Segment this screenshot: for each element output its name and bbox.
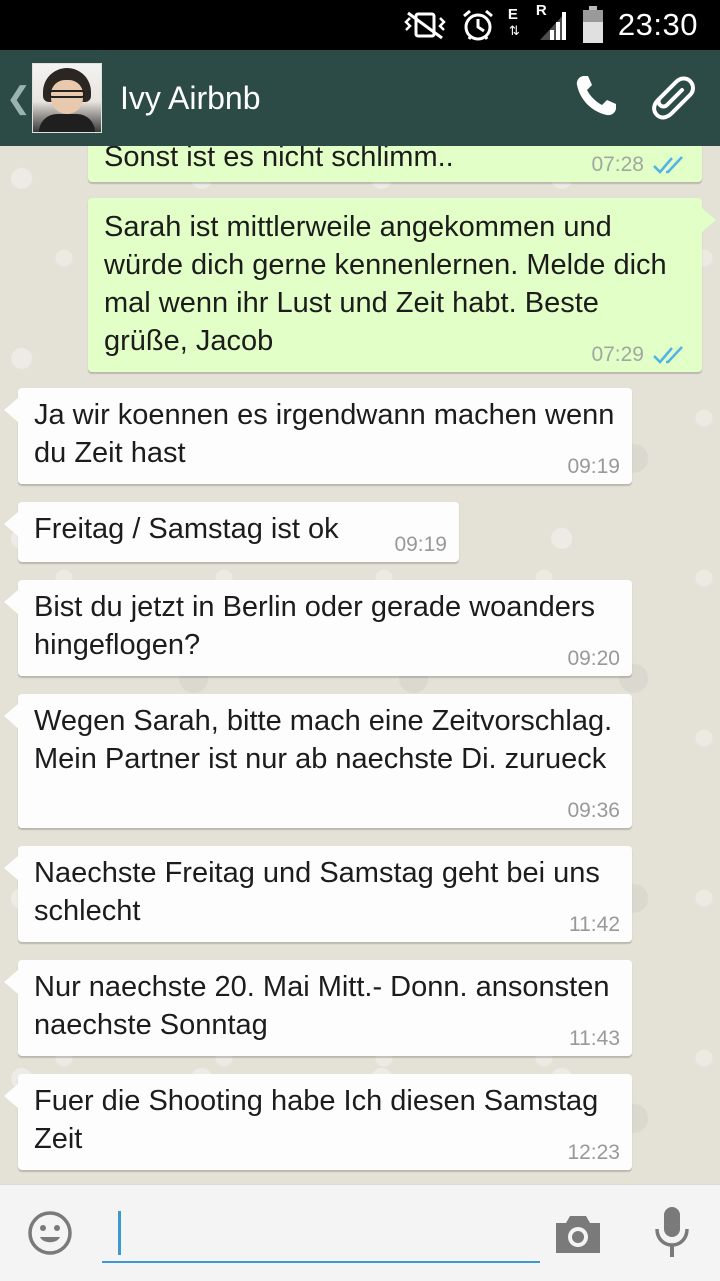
message-text: Ja wir koennen es irgendwann machen wenn… xyxy=(34,399,615,469)
message-text: Nur naechste 20. Mai Mitt.- Donn. ansons… xyxy=(34,971,610,1041)
message-time: 07:29 xyxy=(591,343,644,366)
message-bubble-outgoing[interactable]: Sarah ist mittlerweile angekommen und wü… xyxy=(88,198,716,372)
data-arrows-icon: ⇅ xyxy=(508,23,520,38)
status-bar: E ⇅ R 23:30 xyxy=(0,0,720,50)
status-time: 23:30 xyxy=(617,7,698,42)
read-ticks-icon xyxy=(653,346,683,364)
camera-icon[interactable] xyxy=(552,1211,604,1257)
chevron-left-icon[interactable]: ❮ xyxy=(6,81,31,116)
compose-bar xyxy=(0,1184,720,1281)
message-text: Fuer die Shooting habe Ich diesen Samsta… xyxy=(34,1085,599,1155)
message-time: 11:43 xyxy=(569,1027,620,1050)
message-time: 09:36 xyxy=(567,799,620,822)
microphone-icon[interactable] xyxy=(652,1205,692,1261)
battery-icon xyxy=(582,6,604,44)
message-bubble-incoming[interactable]: Nur naechste 20. Mai Mitt.- Donn. ansons… xyxy=(4,960,632,1056)
vibrate-mute-icon xyxy=(402,10,448,40)
message-bubble-incoming[interactable]: Bist du jetzt in Berlin oder gerade woan… xyxy=(4,580,632,676)
message-bubble-incoming[interactable]: Ja wir koennen es irgendwann machen wenn… xyxy=(4,388,632,484)
read-ticks-icon xyxy=(653,156,683,174)
roaming-label: R xyxy=(535,2,547,19)
message-bubble-incoming[interactable]: Naechste Freitag und Samstag geht bei un… xyxy=(4,846,632,942)
message-input[interactable] xyxy=(102,1199,540,1263)
message-text: Sonst ist es nicht schlimm.. xyxy=(104,146,454,173)
message-text: Sarah ist mittlerweile angekommen und wü… xyxy=(104,211,667,357)
message-text: Naechste Freitag und Samstag geht bei un… xyxy=(34,857,600,927)
message-time: 07:28 xyxy=(591,153,644,176)
message-time: 09:19 xyxy=(394,533,447,556)
phone-icon xyxy=(572,72,620,125)
message-bubble-incoming[interactable]: Fuer die Shooting habe Ich diesen Samsta… xyxy=(4,1074,632,1170)
message-bubble-incoming[interactable]: Freitag / Samstag ist ok 09:19 xyxy=(4,502,459,562)
message-time: 09:20 xyxy=(567,647,620,670)
emoji-icon[interactable] xyxy=(26,1209,74,1257)
message-text: Wegen Sarah, bitte mach eine Zeitvorschl… xyxy=(34,705,613,775)
text-cursor xyxy=(118,1211,121,1255)
message-list[interactable]: Sonst ist es nicht schlimm.. 07:28 Sarah… xyxy=(0,146,720,1184)
attach-button[interactable] xyxy=(634,50,710,146)
signal-icon: R xyxy=(536,2,570,42)
alarm-icon xyxy=(460,8,496,42)
call-button[interactable] xyxy=(558,50,634,146)
message-bubble-incoming[interactable]: Wegen Sarah, bitte mach eine Zeitvorschl… xyxy=(4,694,632,828)
message-time: 11:42 xyxy=(569,913,620,936)
paperclip-icon xyxy=(646,70,698,127)
message-time: 12:23 xyxy=(567,1141,620,1164)
message-bubble-outgoing[interactable]: Sonst ist es nicht schlimm.. 07:28 xyxy=(88,146,702,182)
message-text: Freitag / Samstag ist ok xyxy=(34,513,339,545)
message-text: Bist du jetzt in Berlin oder gerade woan… xyxy=(34,591,595,661)
contact-name[interactable]: Ivy Airbnb xyxy=(120,80,558,117)
message-time: 09:19 xyxy=(567,455,620,478)
chat-header: ❮ Ivy Airbnb xyxy=(0,50,720,146)
avatar[interactable] xyxy=(32,63,102,133)
